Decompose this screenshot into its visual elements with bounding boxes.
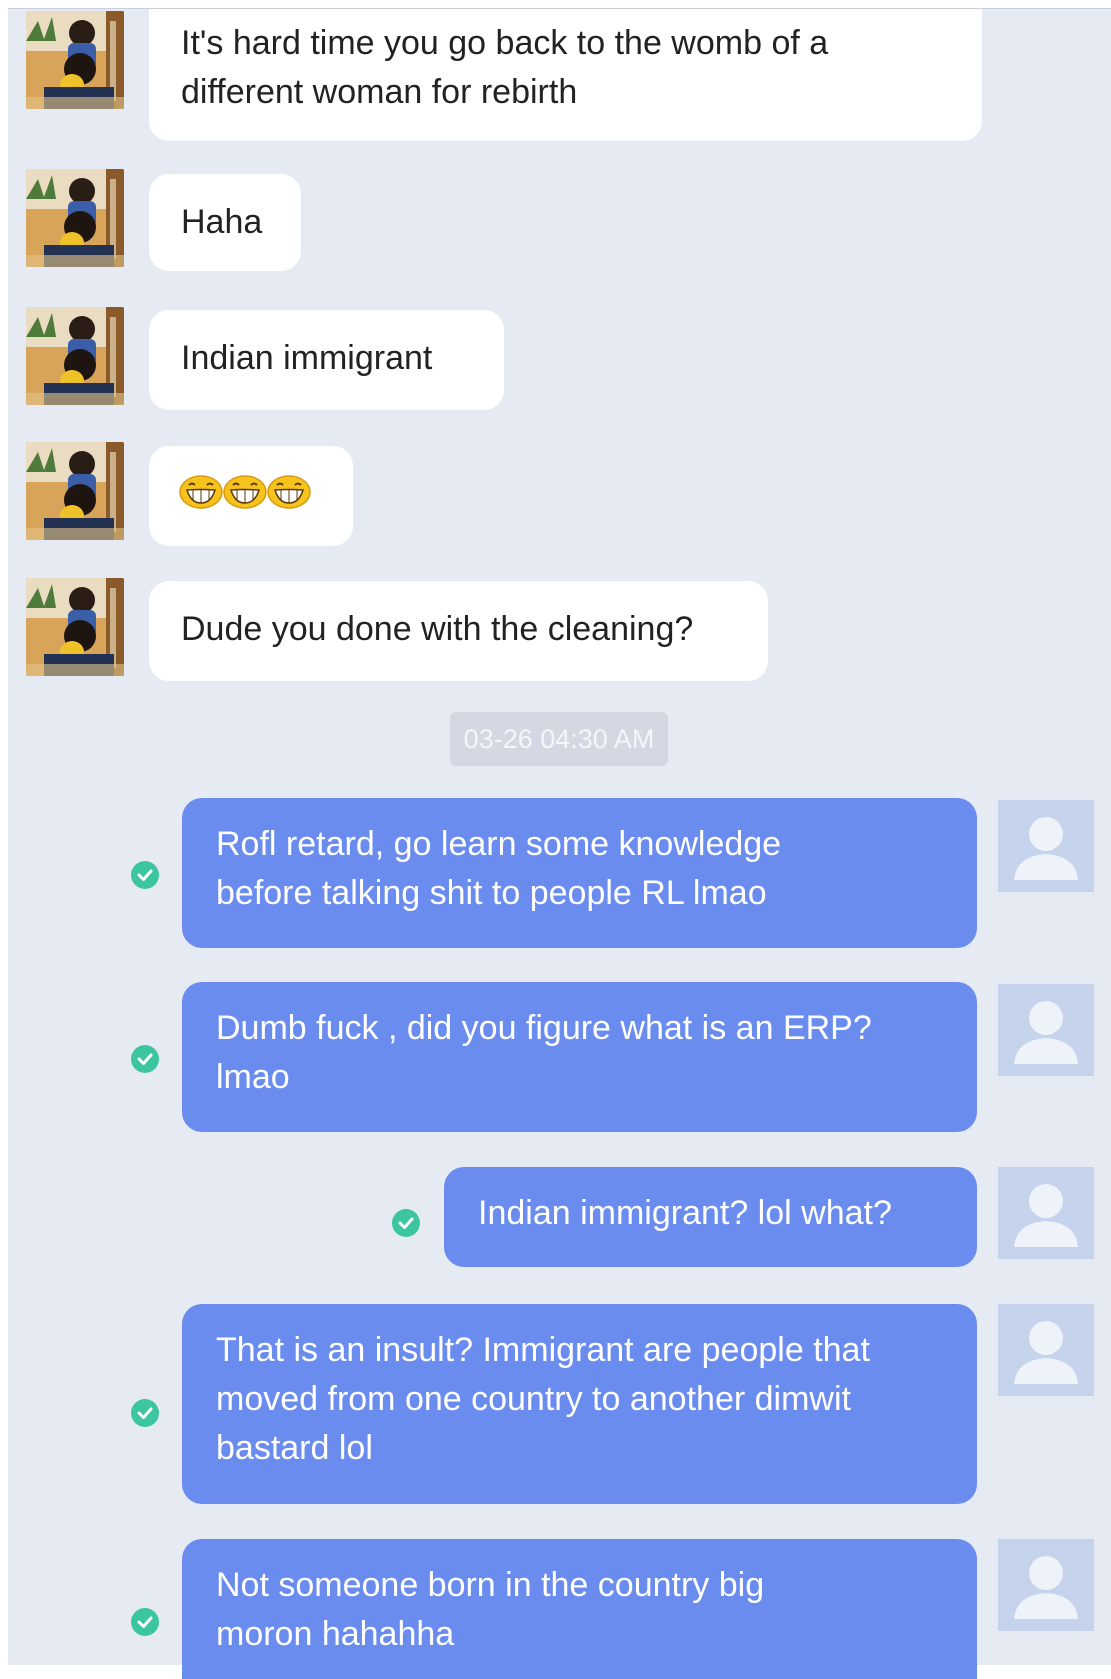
default-user-icon bbox=[998, 984, 1094, 1076]
my-avatar[interactable] bbox=[998, 1304, 1094, 1396]
incoming-message[interactable]: Dude you done with the cleaning? bbox=[149, 581, 768, 681]
contact-avatar[interactable] bbox=[26, 442, 124, 540]
my-avatar[interactable] bbox=[998, 800, 1094, 892]
message-timestamp: 03-26 04:30 AM bbox=[450, 712, 668, 766]
default-user-icon bbox=[998, 1304, 1094, 1396]
default-user-icon bbox=[998, 800, 1094, 892]
check-circle-icon bbox=[131, 1608, 159, 1636]
my-avatar[interactable] bbox=[998, 984, 1094, 1076]
check-circle-icon bbox=[131, 861, 159, 889]
grin-emoji-icon bbox=[179, 475, 223, 509]
incoming-message[interactable]: Indian immigrant bbox=[149, 310, 504, 410]
outgoing-message[interactable]: Indian immigrant? lol what? bbox=[444, 1167, 977, 1267]
outgoing-message[interactable]: That is an insult? Immigrant are people … bbox=[182, 1304, 977, 1504]
grin-emoji-icon bbox=[267, 475, 311, 509]
my-avatar[interactable] bbox=[998, 1167, 1094, 1259]
check-circle-icon bbox=[392, 1209, 420, 1237]
incoming-message[interactable]: Haha bbox=[149, 174, 301, 271]
check-circle-icon bbox=[131, 1399, 159, 1427]
contact-avatar[interactable] bbox=[26, 11, 124, 109]
default-user-icon bbox=[998, 1167, 1094, 1259]
contact-avatar[interactable] bbox=[26, 578, 124, 676]
check-circle-icon bbox=[131, 1045, 159, 1073]
outgoing-message[interactable]: Dumb fuck , did you figure what is an ER… bbox=[182, 982, 977, 1132]
grin-emoji-icon bbox=[223, 475, 267, 509]
contact-avatar[interactable] bbox=[26, 169, 124, 267]
incoming-message[interactable]: It's hard time you go back to the womb o… bbox=[149, 9, 982, 141]
outgoing-message[interactable]: Not someone born in the country big moro… bbox=[182, 1539, 977, 1679]
contact-avatar[interactable] bbox=[26, 307, 124, 405]
incoming-emoji-message[interactable] bbox=[149, 446, 353, 546]
default-user-icon bbox=[998, 1539, 1094, 1631]
chat-screen: It's hard time you go back to the womb o… bbox=[8, 8, 1111, 1679]
my-avatar[interactable] bbox=[998, 1539, 1094, 1631]
outgoing-message[interactable]: Rofl retard, go learn some knowledge bef… bbox=[182, 798, 977, 948]
